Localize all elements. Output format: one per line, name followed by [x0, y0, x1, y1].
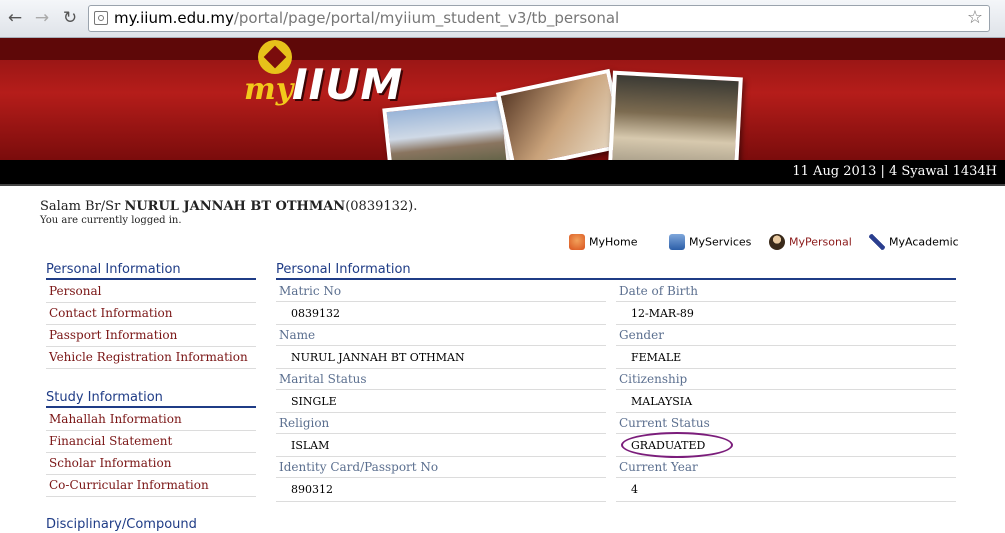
- login-status: You are currently logged in.: [40, 215, 182, 226]
- logo-iium-text: IIUM: [292, 60, 404, 109]
- nav-myhome[interactable]: MyHome: [569, 234, 638, 250]
- value-current-year: 4: [616, 478, 956, 502]
- value-citizenship: MALAYSIA: [616, 390, 956, 413]
- date-text: 11 Aug 2013 | 4 Syawal 1434H: [792, 164, 997, 179]
- value-marital-status: SINGLE: [276, 390, 606, 413]
- person-icon: [769, 234, 785, 250]
- label-date-of-birth: Date of Birth: [616, 281, 956, 302]
- label-religion: Religion: [276, 413, 606, 434]
- value-name: NURUL JANNAH BT OTHMAN: [276, 346, 606, 369]
- url-path: /portal/page/portal/myiium_student_v3/tb…: [233, 9, 620, 27]
- student-laptop-photo: [495, 68, 627, 160]
- sidebar-item-mahallah[interactable]: Mahallah Information: [46, 409, 256, 431]
- sidebar-heading-study: Study Information: [46, 390, 256, 408]
- value-gender: FEMALE: [616, 346, 956, 369]
- status-highlight-circle: [621, 432, 733, 458]
- nav-myhome-label: MyHome: [589, 235, 638, 249]
- pen-icon: [869, 234, 885, 250]
- nav-myacademic[interactable]: MyAcademic: [869, 234, 959, 250]
- user-name: NURUL JANNAH BT OTHMAN: [124, 199, 346, 214]
- home-icon: [569, 234, 585, 250]
- bookmark-star-icon[interactable]: ☆: [967, 7, 983, 28]
- sidebar-item-vehicle[interactable]: Vehicle Registration Information: [46, 347, 256, 369]
- label-name: Name: [276, 325, 606, 346]
- nav-myservices[interactable]: MyServices: [669, 234, 751, 250]
- nav-mypersonal-label: MyPersonal: [789, 235, 852, 249]
- nav-myservices-label: MyServices: [689, 235, 752, 249]
- sidebar-heading-personal: Personal Information: [46, 262, 256, 280]
- nav-mypersonal[interactable]: MyPersonal: [769, 234, 852, 250]
- sidebar-item-passport[interactable]: Passport Information: [46, 325, 256, 347]
- url-host: my.iium.edu.my: [114, 9, 234, 27]
- label-gender: Gender: [616, 325, 956, 346]
- iium-emblem-icon: [258, 40, 292, 74]
- sidebar-heading-disciplinary: Disciplinary/Compound: [46, 517, 197, 532]
- sidebar-item-scholar[interactable]: Scholar Information: [46, 453, 256, 475]
- browser-toolbar: ← → ↻ my.iium.edu.my/portal/page/portal/…: [0, 0, 1005, 38]
- label-identity-card: Identity Card/Passport No: [276, 457, 606, 478]
- greeting-prefix: Salam Br/Sr: [40, 199, 125, 214]
- label-citizenship: Citizenship: [616, 369, 956, 390]
- label-marital-status: Marital Status: [276, 369, 606, 390]
- address-bar[interactable]: my.iium.edu.my/portal/page/portal/myiium…: [88, 5, 990, 32]
- monitor-icon: [669, 234, 685, 250]
- page-icon: [94, 11, 108, 25]
- sidebar-item-personal[interactable]: Personal: [46, 281, 256, 303]
- forward-arrow-icon[interactable]: →: [31, 7, 53, 29]
- value-date-of-birth: 12-MAR-89: [616, 302, 956, 325]
- value-matric-no: 0839132: [276, 302, 606, 325]
- sidebar-item-cocurricular[interactable]: Co-Curricular Information: [46, 475, 256, 497]
- url-text[interactable]: my.iium.edu.my/portal/page/portal/myiium…: [114, 9, 619, 27]
- label-current-status: Current Status: [616, 413, 956, 434]
- back-arrow-icon[interactable]: ←: [4, 7, 26, 29]
- site-banner: my IIUM: [0, 38, 1005, 160]
- value-identity-card: 890312: [276, 478, 606, 502]
- sidebar-item-contact[interactable]: Contact Information: [46, 303, 256, 325]
- main-heading: Personal Information: [276, 262, 956, 280]
- label-matric-no: Matric No: [276, 281, 606, 302]
- campus-building-photo: [382, 95, 512, 160]
- reload-icon[interactable]: ↻: [59, 7, 81, 29]
- greeting: Salam Br/Sr NURUL JANNAH BT OTHMAN(08391…: [40, 199, 417, 214]
- sidebar-item-financial[interactable]: Financial Statement: [46, 431, 256, 453]
- label-current-year: Current Year: [616, 457, 956, 478]
- logo-my-text: my: [244, 72, 294, 107]
- students-studying-photo: [607, 70, 743, 160]
- banner-top-strip: [0, 38, 1005, 60]
- nav-myacademic-label: MyAcademic: [889, 235, 959, 249]
- user-id: (0839132).: [345, 199, 418, 214]
- value-religion: ISLAM: [276, 434, 606, 457]
